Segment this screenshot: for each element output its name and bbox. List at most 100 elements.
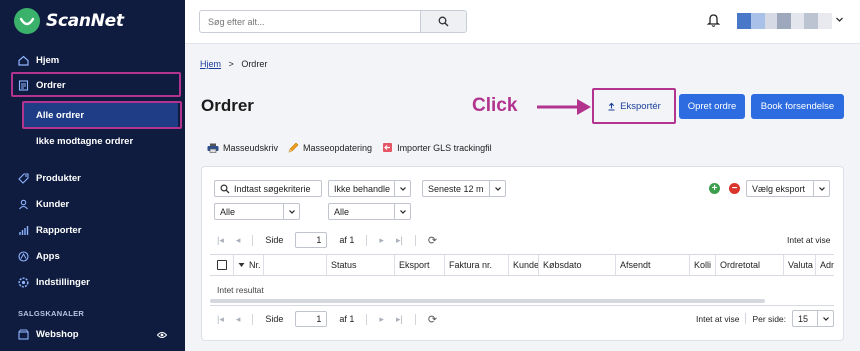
export-button-label: Eksportér [620, 100, 661, 112]
sidebar-item-label: Kunder [36, 198, 70, 210]
sidebar-item-kunder[interactable]: Kunder [10, 193, 178, 215]
horizontal-scrollbar[interactable] [210, 299, 765, 303]
export-select[interactable]: Vælg eksport [746, 180, 830, 197]
sidebar-item-produkter[interactable]: Produkter [10, 167, 178, 189]
column-header-faktura[interactable]: Faktura nr. [445, 255, 509, 275]
pager-of-label: af 1 [339, 235, 355, 245]
add-filter-button[interactable]: + [709, 183, 720, 194]
search-button[interactable] [420, 11, 466, 32]
column-header-label: Nr. [249, 260, 261, 270]
export-button[interactable]: Eksportér [598, 94, 670, 118]
sidebar-item-webshop[interactable]: Webshop [10, 323, 178, 345]
column-header-valuta[interactable]: Valuta [784, 255, 816, 275]
user-avatar[interactable] [737, 13, 832, 29]
pager-bottom: |◂ ◂ Side 1 af 1 ▸ ▸| ⟳ [217, 311, 437, 327]
search-icon [220, 183, 230, 193]
column-header-eksport[interactable]: Eksport [395, 255, 445, 275]
sidebar-item-label: Indstillinger [36, 276, 90, 288]
status-select-value: Ikke behandle [334, 183, 391, 194]
pager-top-info: Intet at vise [787, 235, 831, 245]
per-page-value: 15 [798, 313, 809, 324]
sidebar-item-rapporter[interactable]: Rapporter [10, 219, 178, 241]
home-icon [18, 55, 29, 66]
period-select[interactable]: Seneste 12 m [422, 180, 506, 197]
column-header-kolli[interactable]: Kolli [690, 255, 716, 275]
column-header-adn[interactable]: Adn [816, 255, 834, 275]
pager-separator [414, 313, 416, 325]
annotation-arrow-icon [537, 99, 591, 115]
column-header-kobsdato[interactable]: Købsdato [539, 255, 616, 275]
action-toolbar: Masseudskriv Masseopdatering Importer GL… [207, 142, 492, 153]
next-page-icon[interactable]: ▸ [379, 235, 384, 246]
refresh-icon[interactable]: ⟳ [428, 234, 437, 247]
mass-update-button[interactable]: Masseopdatering [288, 142, 372, 153]
chevron-down-icon [489, 181, 505, 196]
breadcrumb-separator: > [228, 59, 234, 69]
sidebar-item-apps[interactable]: Apps [10, 245, 178, 267]
first-page-icon[interactable]: |◂ [217, 314, 224, 325]
sidebar-item-indstillinger[interactable]: Indstillinger [10, 271, 178, 293]
last-page-icon[interactable]: ▸| [396, 314, 403, 325]
gear-icon [18, 276, 29, 288]
printer-icon [207, 143, 219, 153]
bar-chart-icon [18, 225, 29, 236]
eye-icon[interactable] [156, 331, 168, 341]
chevron-down-icon [394, 181, 410, 196]
book-shipment-button[interactable]: Book forsendelse [751, 94, 844, 119]
sidebar: ScanNet Hjem Ordrer Alle ordrer Ikke mod… [0, 0, 185, 351]
chevron-down-icon[interactable] [835, 15, 844, 26]
filter-select-2[interactable]: Alle [328, 203, 411, 220]
filter-select-1[interactable]: Alle [214, 203, 300, 220]
pager-top: |◂ ◂ Side 1 af 1 ▸ ▸| ⟳ [217, 232, 437, 248]
sidebar-item-label: Apps [36, 250, 60, 262]
global-search-input[interactable] [200, 11, 420, 32]
column-header-status[interactable]: Status [327, 255, 395, 275]
column-header-ordretotal[interactable]: Ordretotal [716, 255, 784, 275]
grid-search-input[interactable]: Indtast søgekriterie [214, 180, 322, 197]
bell-icon[interactable] [706, 13, 721, 29]
click-annotation: Click [472, 95, 518, 116]
sidebar-item-ikke-modtagne[interactable]: Ikke modtagne ordrer [22, 129, 178, 153]
sidebar-item-label: Rapporter [36, 224, 82, 236]
page-title: Ordrer [201, 96, 254, 115]
column-header-blank[interactable] [264, 255, 327, 275]
sort-down-icon [238, 263, 245, 267]
column-header-afsendt[interactable]: Afsendt [616, 255, 690, 275]
column-header-nr[interactable]: Nr. [234, 255, 264, 275]
grid-header: Nr. Status Eksport Faktura nr. Kunde Køb… [210, 254, 834, 276]
select-all-cell [210, 255, 234, 275]
import-icon [383, 143, 393, 152]
prev-page-icon[interactable]: ◂ [236, 314, 241, 325]
remove-filter-button[interactable]: − [729, 183, 740, 194]
last-page-icon[interactable]: ▸| [396, 235, 403, 246]
sidebar-item-label: Produkter [36, 172, 81, 184]
orders-icon [18, 79, 29, 91]
logo[interactable]: ScanNet [14, 7, 124, 35]
next-page-icon[interactable]: ▸ [379, 314, 384, 325]
refresh-icon[interactable]: ⟳ [428, 313, 437, 326]
grid-search-placeholder: Indtast søgekriterie [234, 183, 311, 194]
pager-page-input[interactable]: 1 [295, 232, 328, 248]
first-page-icon[interactable]: |◂ [217, 235, 224, 246]
apps-icon [18, 250, 29, 262]
sidebar-item-hjem[interactable]: Hjem [10, 49, 178, 71]
filter-select-2-value: Alle [334, 206, 350, 217]
mass-print-button[interactable]: Masseudskriv [207, 142, 278, 153]
sidebar-item-ordrer[interactable]: Ordrer [10, 74, 178, 96]
highlight-box-all-orders [22, 101, 182, 129]
pager-page-input[interactable]: 1 [295, 311, 328, 327]
per-page-select[interactable]: 15 [792, 310, 835, 327]
import-gls-button[interactable]: Importer GLS trackingfil [382, 142, 492, 153]
column-header-kunde[interactable]: Kunde [509, 255, 539, 275]
breadcrumb-home-link[interactable]: Hjem [200, 59, 221, 69]
status-select[interactable]: Ikke behandle [328, 180, 411, 197]
prev-page-icon[interactable]: ◂ [236, 235, 241, 246]
grid-empty-message: Intet resultat [217, 285, 264, 295]
mass-print-label: Masseudskriv [223, 142, 279, 153]
pager-separator [414, 234, 416, 246]
per-page-label: Per side: [752, 313, 787, 324]
create-order-button[interactable]: Opret ordre [679, 94, 745, 119]
chevron-down-icon [813, 181, 829, 196]
period-select-value: Seneste 12 m [428, 183, 484, 194]
select-all-checkbox[interactable] [216, 260, 227, 270]
